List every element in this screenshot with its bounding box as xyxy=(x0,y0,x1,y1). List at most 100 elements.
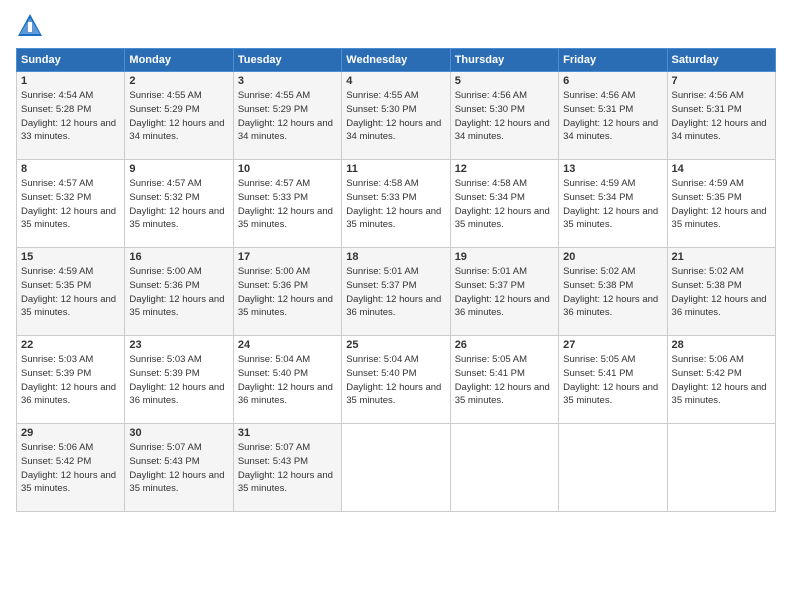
col-header-sunday: Sunday xyxy=(17,49,125,72)
day-detail: Sunrise: 4:55 AMSunset: 5:29 PMDaylight:… xyxy=(238,89,337,144)
day-cell: 1 Sunrise: 4:54 AMSunset: 5:28 PMDaylight… xyxy=(17,72,125,160)
day-number: 17 xyxy=(238,251,337,263)
day-cell: 23 Sunrise: 5:03 AMSunset: 5:39 PMDayligh… xyxy=(125,336,233,424)
day-cell: 27Sunrise: 5:05 AMSunset: 5:41 PMDayligh… xyxy=(559,336,667,424)
day-number: 22 xyxy=(21,339,120,351)
day-detail: Sunrise: 5:01 AMSunset: 5:37 PMDaylight:… xyxy=(346,265,445,320)
day-number: 18 xyxy=(346,251,445,263)
day-cell: 21 Sunrise: 5:02 AMSunset: 5:38 PMDayligh… xyxy=(667,248,775,336)
day-detail: Sunrise: 5:05 AMSunset: 5:41 PMDaylight:… xyxy=(455,353,554,408)
day-detail: Sunrise: 5:04 AMSunset: 5:40 PMDaylight:… xyxy=(346,353,445,408)
day-cell: 19 Sunrise: 5:01 AMSunset: 5:37 PMDayligh… xyxy=(450,248,558,336)
day-number: 3 xyxy=(238,75,337,87)
day-detail: Sunrise: 5:06 AMSunset: 5:42 PMDaylight:… xyxy=(21,441,120,496)
day-number: 2 xyxy=(129,75,228,87)
logo xyxy=(16,12,48,40)
day-detail: Sunrise: 5:04 AMSunset: 5:40 PMDaylight:… xyxy=(238,353,337,408)
week-row-5: 29 Sunrise: 5:06 AMSunset: 5:42 PMDayligh… xyxy=(17,424,776,512)
day-number: 14 xyxy=(672,163,771,175)
day-cell: 11 Sunrise: 4:58 AMSunset: 5:33 PMDayligh… xyxy=(342,160,450,248)
day-detail: Sunrise: 5:05 AMSunset: 5:41 PMDaylight:… xyxy=(563,353,662,408)
col-header-friday: Friday xyxy=(559,49,667,72)
day-detail: Sunrise: 4:59 AMSunset: 5:35 PMDaylight:… xyxy=(672,177,771,232)
header-row: SundayMondayTuesdayWednesdayThursdayFrid… xyxy=(17,49,776,72)
day-detail: Sunrise: 4:56 AMSunset: 5:31 PMDaylight:… xyxy=(563,89,662,144)
day-cell: 6 Sunrise: 4:56 AMSunset: 5:31 PMDaylight… xyxy=(559,72,667,160)
day-detail: Sunrise: 4:56 AMSunset: 5:31 PMDaylight:… xyxy=(672,89,771,144)
col-header-monday: Monday xyxy=(125,49,233,72)
day-detail: Sunrise: 5:03 AMSunset: 5:39 PMDaylight:… xyxy=(21,353,120,408)
day-detail: Sunrise: 4:57 AMSunset: 5:33 PMDaylight:… xyxy=(238,177,337,232)
day-number: 24 xyxy=(238,339,337,351)
day-cell: 15 Sunrise: 4:59 AMSunset: 5:35 PMDayligh… xyxy=(17,248,125,336)
day-number: 1 xyxy=(21,75,120,87)
day-number: 13 xyxy=(563,163,662,175)
day-detail: Sunrise: 5:06 AMSunset: 5:42 PMDaylight:… xyxy=(672,353,771,408)
day-cell: 2 Sunrise: 4:55 AMSunset: 5:29 PMDaylight… xyxy=(125,72,233,160)
header xyxy=(16,12,776,40)
day-detail: Sunrise: 4:55 AMSunset: 5:29 PMDaylight:… xyxy=(129,89,228,144)
week-row-4: 22 Sunrise: 5:03 AMSunset: 5:39 PMDayligh… xyxy=(17,336,776,424)
day-number: 6 xyxy=(563,75,662,87)
day-cell xyxy=(559,424,667,512)
day-detail: Sunrise: 4:58 AMSunset: 5:34 PMDaylight:… xyxy=(455,177,554,232)
day-cell: 10Sunrise: 4:57 AMSunset: 5:33 PMDayligh… xyxy=(233,160,341,248)
week-row-3: 15 Sunrise: 4:59 AMSunset: 5:35 PMDayligh… xyxy=(17,248,776,336)
day-cell: 8 Sunrise: 4:57 AMSunset: 5:32 PMDaylight… xyxy=(17,160,125,248)
day-number: 26 xyxy=(455,339,554,351)
day-detail: Sunrise: 5:02 AMSunset: 5:38 PMDaylight:… xyxy=(563,265,662,320)
day-detail: Sunrise: 5:00 AMSunset: 5:36 PMDaylight:… xyxy=(129,265,228,320)
day-cell: 4 Sunrise: 4:55 AMSunset: 5:30 PMDaylight… xyxy=(342,72,450,160)
day-number: 15 xyxy=(21,251,120,263)
day-number: 4 xyxy=(346,75,445,87)
col-header-wednesday: Wednesday xyxy=(342,49,450,72)
day-detail: Sunrise: 4:59 AMSunset: 5:35 PMDaylight:… xyxy=(21,265,120,320)
day-number: 19 xyxy=(455,251,554,263)
day-cell: 18 Sunrise: 5:01 AMSunset: 5:37 PMDayligh… xyxy=(342,248,450,336)
day-cell: 26 Sunrise: 5:05 AMSunset: 5:41 PMDayligh… xyxy=(450,336,558,424)
day-detail: Sunrise: 4:59 AMSunset: 5:34 PMDaylight:… xyxy=(563,177,662,232)
day-cell: 12Sunrise: 4:58 AMSunset: 5:34 PMDayligh… xyxy=(450,160,558,248)
day-detail: Sunrise: 5:03 AMSunset: 5:39 PMDaylight:… xyxy=(129,353,228,408)
day-number: 11 xyxy=(346,163,445,175)
day-cell xyxy=(667,424,775,512)
day-number: 29 xyxy=(21,427,120,439)
day-detail: Sunrise: 5:01 AMSunset: 5:37 PMDaylight:… xyxy=(455,265,554,320)
day-detail: Sunrise: 5:00 AMSunset: 5:36 PMDaylight:… xyxy=(238,265,337,320)
day-cell: 20 Sunrise: 5:02 AMSunset: 5:38 PMDayligh… xyxy=(559,248,667,336)
day-detail: Sunrise: 4:57 AMSunset: 5:32 PMDaylight:… xyxy=(21,177,120,232)
day-number: 28 xyxy=(672,339,771,351)
day-cell: 17 Sunrise: 5:00 AMSunset: 5:36 PMDayligh… xyxy=(233,248,341,336)
day-detail: Sunrise: 4:58 AMSunset: 5:33 PMDaylight:… xyxy=(346,177,445,232)
day-number: 7 xyxy=(672,75,771,87)
day-cell: 9Sunrise: 4:57 AMSunset: 5:32 PMDaylight… xyxy=(125,160,233,248)
day-cell: 14 Sunrise: 4:59 AMSunset: 5:35 PMDayligh… xyxy=(667,160,775,248)
day-cell xyxy=(450,424,558,512)
col-header-tuesday: Tuesday xyxy=(233,49,341,72)
day-cell: 29 Sunrise: 5:06 AMSunset: 5:42 PMDayligh… xyxy=(17,424,125,512)
col-header-thursday: Thursday xyxy=(450,49,558,72)
day-number: 23 xyxy=(129,339,228,351)
day-cell: 16 Sunrise: 5:00 AMSunset: 5:36 PMDayligh… xyxy=(125,248,233,336)
day-number: 21 xyxy=(672,251,771,263)
day-cell: 30Sunrise: 5:07 AMSunset: 5:43 PMDayligh… xyxy=(125,424,233,512)
day-cell: 28 Sunrise: 5:06 AMSunset: 5:42 PMDayligh… xyxy=(667,336,775,424)
day-number: 31 xyxy=(238,427,337,439)
day-number: 16 xyxy=(129,251,228,263)
day-detail: Sunrise: 4:55 AMSunset: 5:30 PMDaylight:… xyxy=(346,89,445,144)
day-cell: 5Sunrise: 4:56 AMSunset: 5:30 PMDaylight… xyxy=(450,72,558,160)
day-cell: 25Sunrise: 5:04 AMSunset: 5:40 PMDayligh… xyxy=(342,336,450,424)
day-detail: Sunrise: 4:56 AMSunset: 5:30 PMDaylight:… xyxy=(455,89,554,144)
day-detail: Sunrise: 5:07 AMSunset: 5:43 PMDaylight:… xyxy=(238,441,337,496)
day-cell: 13 Sunrise: 4:59 AMSunset: 5:34 PMDayligh… xyxy=(559,160,667,248)
day-number: 30 xyxy=(129,427,228,439)
day-number: 8 xyxy=(21,163,120,175)
week-row-1: 1 Sunrise: 4:54 AMSunset: 5:28 PMDaylight… xyxy=(17,72,776,160)
day-detail: Sunrise: 4:54 AMSunset: 5:28 PMDaylight:… xyxy=(21,89,120,144)
logo-icon xyxy=(16,12,44,40)
week-row-2: 8 Sunrise: 4:57 AMSunset: 5:32 PMDaylight… xyxy=(17,160,776,248)
day-number: 20 xyxy=(563,251,662,263)
day-detail: Sunrise: 5:02 AMSunset: 5:38 PMDaylight:… xyxy=(672,265,771,320)
day-cell: 24 Sunrise: 5:04 AMSunset: 5:40 PMDayligh… xyxy=(233,336,341,424)
day-cell: 3 Sunrise: 4:55 AMSunset: 5:29 PMDaylight… xyxy=(233,72,341,160)
